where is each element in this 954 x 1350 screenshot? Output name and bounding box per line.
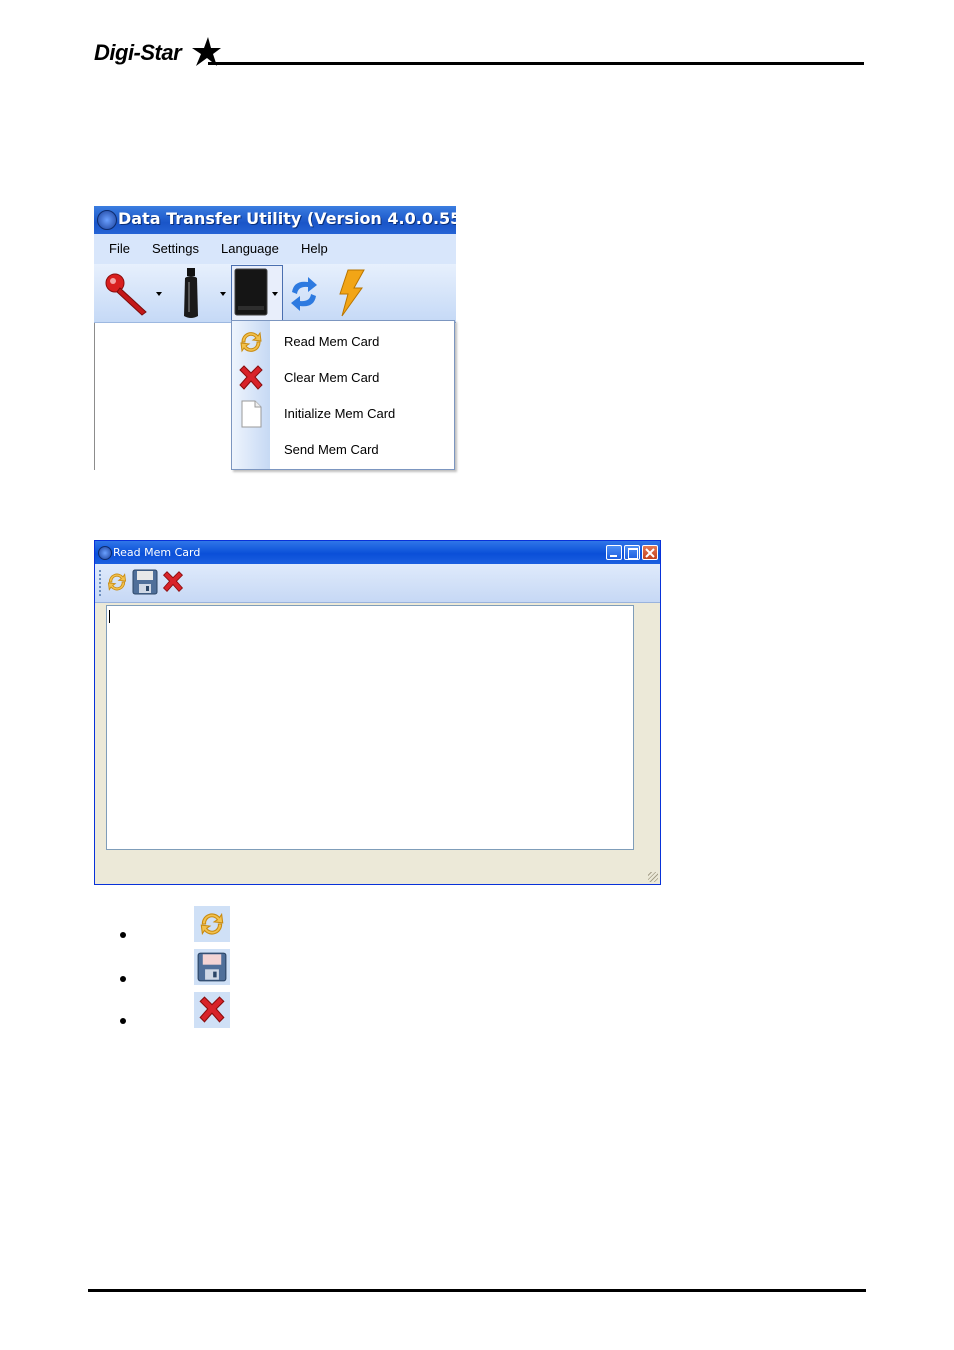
menu-file[interactable]: File <box>109 241 130 256</box>
read-mem-card-window: Read Mem Card <box>94 540 661 885</box>
memcard-dropdown-arrow[interactable] <box>272 292 278 296</box>
refresh-icon <box>200 912 224 936</box>
app-badge-icon <box>97 210 117 230</box>
mem-card-text-output[interactable] <box>106 605 634 850</box>
digi-star-logo: Digi-Star <box>94 36 226 72</box>
bottle-dropdown-arrow[interactable] <box>220 292 226 296</box>
menu-item-label: Clear Mem Card <box>284 370 380 385</box>
save-icon <box>197 952 227 982</box>
read-window-title: Read Mem Card <box>113 546 201 559</box>
bullet-dot <box>120 976 126 982</box>
menu-item-label: Initialize Mem Card <box>284 406 396 421</box>
bullet-dot <box>120 1018 126 1024</box>
menu-settings[interactable]: Settings <box>152 241 199 256</box>
red-x-icon[interactable] <box>161 570 185 594</box>
bottle-icon[interactable] <box>180 268 202 320</box>
refresh-icon[interactable] <box>105 569 129 595</box>
sync-icon[interactable] <box>288 274 320 314</box>
menu-item-initialize-mem-card[interactable]: Initialize Mem Card <box>232 395 454 431</box>
toolbar-grip <box>99 570 101 596</box>
bullet-dot <box>120 932 126 938</box>
red-x-icon <box>239 365 263 390</box>
menu-item-label: Send Mem Card <box>284 442 379 457</box>
main-window-titlebar: Data Transfer Utility (Version 4.0.0.55) <box>94 206 456 234</box>
key-icon[interactable] <box>104 272 152 316</box>
logo-text: Digi-Star <box>94 40 182 65</box>
bullet-icon-refresh <box>194 906 230 942</box>
text-caret <box>109 610 110 623</box>
menu-item-send-mem-card[interactable]: Send Mem Card <box>232 431 454 467</box>
minimize-button[interactable] <box>606 545 622 560</box>
key-dropdown-arrow[interactable] <box>156 292 162 296</box>
blank-page-icon <box>241 400 262 428</box>
red-x-icon <box>199 996 225 1023</box>
menubar: File Settings Language Help <box>94 234 456 265</box>
bullet-icon-save <box>194 949 230 985</box>
main-window-title: Data Transfer Utility (Version 4.0.0.55) <box>118 209 456 228</box>
lightning-icon[interactable] <box>334 268 368 318</box>
menu-item-label: Read Mem Card <box>284 334 380 349</box>
memcard-dropdown-menu: Read Mem Card Clear Mem Card Initialize … <box>231 320 455 470</box>
read-window-toolbar <box>95 564 660 603</box>
menu-item-clear-mem-card[interactable]: Clear Mem Card <box>232 359 454 395</box>
refresh-icon <box>240 331 262 353</box>
close-button[interactable] <box>642 545 658 560</box>
maximize-button[interactable] <box>624 545 640 560</box>
memcard-button[interactable] <box>231 265 283 322</box>
menu-language[interactable]: Language <box>221 241 279 256</box>
menu-help[interactable]: Help <box>301 241 328 256</box>
bullet-icon-red-x <box>194 992 230 1028</box>
menu-item-read-mem-card[interactable]: Read Mem Card <box>232 323 454 359</box>
footer-rule <box>88 1289 866 1292</box>
save-icon[interactable] <box>132 569 158 595</box>
main-client-area <box>94 323 235 470</box>
app-badge-icon <box>98 546 112 560</box>
header-rule <box>208 62 864 65</box>
memory-card-icon <box>234 268 268 316</box>
read-window-titlebar: Read Mem Card <box>95 541 660 564</box>
resize-grip[interactable] <box>648 872 658 882</box>
close-icon <box>645 548 655 558</box>
